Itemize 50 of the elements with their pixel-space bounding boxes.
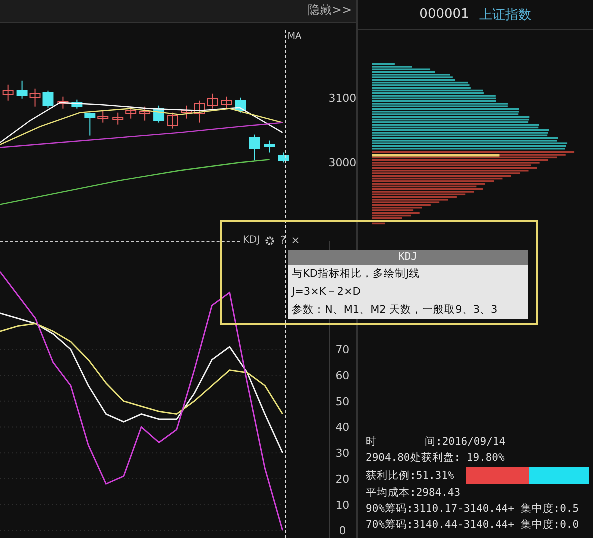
indicator-label: MA [288, 32, 302, 42]
candlestick [16, 80, 28, 100]
candlestick [126, 106, 137, 120]
candlestick [84, 112, 96, 136]
gear-icon[interactable] [265, 236, 276, 246]
stock-code: 000001 [420, 7, 470, 22]
help-button[interactable]: ? [280, 234, 286, 247]
axis-tick-label: 50 [336, 394, 350, 408]
candlestick [72, 99, 83, 110]
stock-name: 上证指数 [479, 6, 532, 24]
price-label: 3000 [328, 156, 356, 170]
axis-tick-label: 70 [336, 343, 350, 356]
candlestick [207, 93, 218, 110]
axis-tick-label: 10 [336, 498, 350, 512]
hide-button[interactable]: 隐藏>> [308, 2, 352, 20]
candlestick [168, 112, 178, 130]
candlestick [154, 105, 165, 124]
tooltip-text: J=3×K－2×D [290, 285, 362, 300]
candlestick [2, 84, 14, 102]
candlestick [182, 105, 192, 120]
info-text: 90%筹码:3110.17-3140.44+ 集中度:0.5 [366, 502, 580, 516]
axis-tick-label: 20 [336, 472, 350, 486]
axis-tick-label: 60 [336, 369, 350, 382]
candlestick [235, 97, 246, 114]
indicator-name: KDJ [243, 235, 260, 246]
candlestick [58, 96, 69, 110]
info-text: 2904.80处获利盘: 19.80% [366, 451, 506, 465]
candlestick [42, 90, 54, 108]
close-button[interactable]: × [291, 234, 300, 247]
info-text: 平均成本:2984.43 [366, 486, 462, 500]
candlestick [98, 110, 109, 124]
candlestick [221, 96, 232, 110]
candlestick [194, 100, 206, 124]
candlestick [264, 140, 276, 154]
candlestick [249, 134, 260, 162]
candlestick [278, 152, 290, 164]
candlestick [30, 88, 41, 108]
axis-tick-label: 30 [336, 446, 350, 460]
price-label: 3100 [328, 92, 356, 105]
tooltip-text: 与KD指标相比，多绘制J线 [291, 267, 422, 282]
candlestick [140, 106, 151, 122]
tooltip-text: 参数：N、M1、M2 天数，一般取9、3、3 [291, 303, 499, 318]
time-label: 时 [366, 435, 377, 449]
axis-tick-label: 0 [339, 524, 346, 538]
info-text: 70%筹码:3140.44-3140.44+ 集中度:0.0 [366, 518, 580, 532]
info-text: 获利比例:51.31% [366, 468, 454, 482]
axis-tick-label: 40 [336, 420, 350, 434]
time-value: 间:2016/09/14 [425, 435, 506, 449]
tooltip-title: KDJ [288, 250, 528, 265]
candlestick [112, 112, 124, 126]
